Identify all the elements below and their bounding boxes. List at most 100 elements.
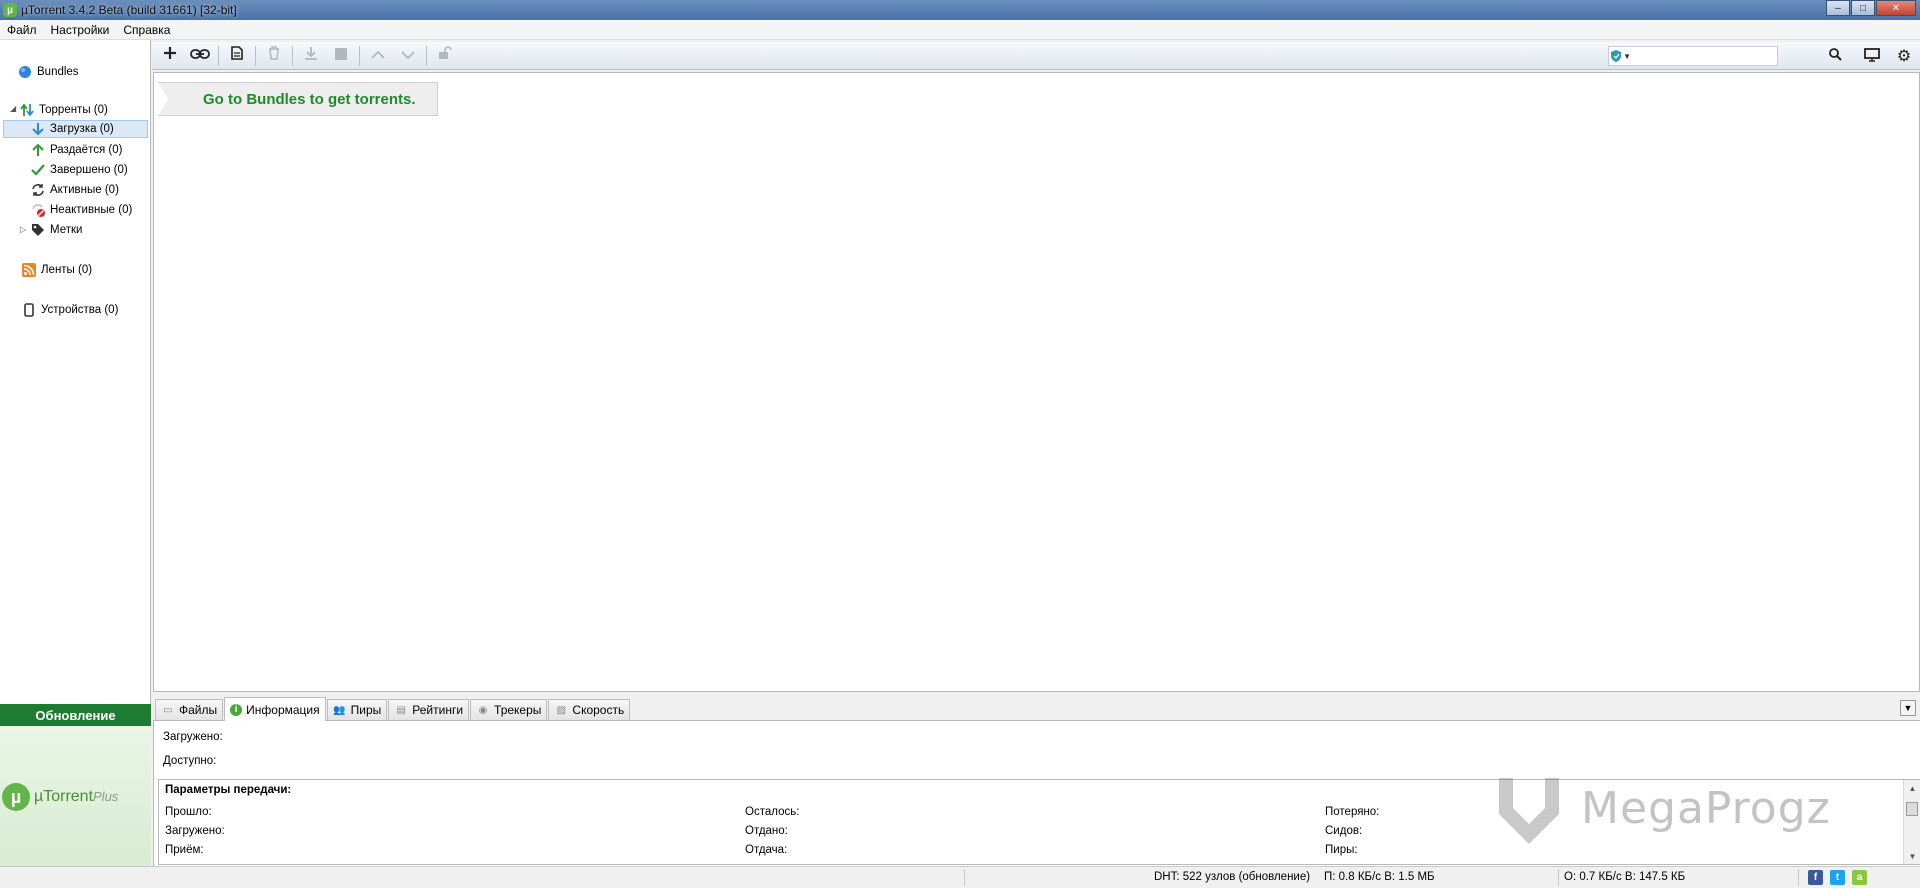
params-scrollbar[interactable]: ▲ ▼ [1903,780,1920,864]
search-button[interactable] [1825,46,1845,66]
utorrent-logo-icon: µ [2,783,30,811]
upload-status[interactable]: О: 0.7 КБ/с В: 147.5 КБ [1564,871,1685,883]
chevron-down-icon [401,47,415,65]
downloaded-label: Загружено: [163,731,223,743]
status-separator [1558,869,1559,886]
utorrent-plus-promo[interactable]: µ µTorrentPlus [0,726,151,866]
tab-speed[interactable]: ▨ Скорость [548,699,631,720]
status-separator [964,869,965,886]
trash-icon [268,46,280,65]
upload-arrow-icon [31,143,45,157]
sidebar-item-devices[interactable]: Устройства (0) [22,301,118,319]
sidebar-item-inactive[interactable]: Неактивные (0) [31,201,132,219]
plus-brand: µTorrent [34,788,94,805]
sidebar-item-label: Bundles [37,66,79,78]
status-separator [1798,869,1799,886]
expand-arrow-icon[interactable]: ▷ [20,225,26,234]
add-url-button[interactable] [185,44,215,68]
sidebar-item-bundles[interactable]: Bundles [18,63,79,81]
info-panel: Загружено: Доступно: Параметры передачи:… [153,721,1920,866]
checkmark-icon [31,163,45,177]
transfer-params-box: Параметры передачи: Прошло: Загружено: П… [158,779,1920,865]
sidebar-item-label: Устройства (0) [41,304,119,316]
start-download-button[interactable] [296,44,326,68]
menu-bar: Файл Настройки Справка [0,20,1920,40]
gear-icon: ⚙ [1896,48,1912,65]
sidebar-item-label: Торренты (0) [39,104,108,116]
tab-label: Файлы [179,703,218,717]
window-controls: – □ ✕ [1825,0,1916,16]
maximize-button[interactable]: □ [1851,0,1875,16]
unlock-button[interactable] [430,44,460,68]
go-to-bundles-banner[interactable]: Go to Bundles to get torrents. [158,82,438,116]
tab-files[interactable]: ▭ Файлы [155,699,224,720]
remove-button[interactable] [259,44,289,68]
download-status[interactable]: П: 0.8 КБ/с В: 1.5 МБ [1324,871,1435,883]
tab-trackers[interactable]: ◉ Трекеры [470,699,548,720]
scroll-up-icon[interactable]: ▲ [1904,780,1920,796]
detail-tabs: ▭ Файлы i Информация 👥 Пиры ▤ Рейтинги ◉ Трек… [153,696,1920,721]
remote-button[interactable] [1862,46,1882,66]
ratings-icon: ▤ [396,704,406,716]
menu-settings[interactable]: Настройки [44,23,117,37]
folder-icon: ▭ [163,704,173,716]
collapse-panel-button[interactable]: ▼ [1900,700,1916,716]
toolbar-separator [255,45,256,66]
sidebar-item-active[interactable]: Активные (0) [31,181,119,199]
tab-ratings[interactable]: ▤ Рейтинги [388,699,470,720]
receive-label: Приём: [165,844,204,856]
move-up-button[interactable] [363,44,393,68]
menu-help[interactable]: Справка [116,23,177,37]
sidebar-item-completed[interactable]: Завершено (0) [31,161,128,179]
trackers-icon: ◉ [478,704,488,716]
stop-button[interactable] [326,44,356,68]
torrent-list-area[interactable]: Go to Bundles to get torrents. [153,72,1920,692]
chevron-up-icon [371,47,385,65]
monitor-icon [1864,47,1880,65]
twitter-icon[interactable]: t [1830,870,1845,885]
search-input[interactable] [1635,48,1777,64]
inactive-icon [31,203,45,217]
menu-file[interactable]: Файл [0,23,44,37]
bundles-icon [18,65,32,79]
toolbar-separator [426,45,427,66]
upload-speed-label: Отдача: [745,844,788,856]
dht-status[interactable]: DHT: 522 узлов (обновление) [1154,871,1310,883]
close-button[interactable]: ✕ [1876,0,1916,16]
add-torrent-button[interactable] [155,44,185,68]
sidebar-item-labels[interactable]: Метки [31,221,82,239]
chevron-down-icon: ▼ [1903,703,1913,713]
settings-button[interactable]: ⚙ [1894,46,1914,66]
sidebar-item-label: Завершено (0) [50,164,128,176]
tag-icon [31,223,45,237]
uploaded-label: Отдано: [745,825,788,837]
minimize-button[interactable]: – [1826,0,1850,16]
create-torrent-button[interactable] [222,44,252,68]
remaining-label: Осталось: [745,806,800,818]
expand-arrow-icon[interactable]: ◢ [10,104,16,113]
search-provider-dropdown-icon[interactable]: ▼ [1623,52,1631,61]
device-icon [22,303,36,317]
link-icon [190,47,210,65]
tab-peers[interactable]: 👥 Пиры [326,699,388,720]
facebook-icon[interactable]: f [1808,870,1823,885]
update-button[interactable]: Обновление [0,704,151,726]
utorrent-app-icon[interactable]: µ [3,3,17,17]
banner-arrow [158,82,168,116]
move-down-button[interactable] [393,44,423,68]
seeds-label: Сидов: [1325,825,1363,837]
tab-label: Скорость [572,703,625,717]
sidebar-item-label: Активные (0) [50,184,119,196]
android-icon[interactable]: a [1852,870,1867,885]
sidebar-item-seeding[interactable]: Раздаётся (0) [31,141,122,159]
scroll-down-icon[interactable]: ▼ [1904,848,1920,864]
scroll-thumb[interactable] [1906,802,1918,816]
sidebar-item-feeds[interactable]: Ленты (0) [22,261,92,279]
sidebar-item-torrents[interactable]: Торренты (0) [20,101,108,119]
search-provider-icon[interactable] [1609,48,1623,64]
sidebar-item-label: Раздаётся (0) [50,144,123,156]
banner-text: Go to Bundles to get torrents. [203,90,416,108]
plus-suffix: Plus [93,789,119,804]
tab-info[interactable]: i Информация [224,697,326,721]
sidebar-item-downloading[interactable]: Загрузка (0) [3,120,148,138]
